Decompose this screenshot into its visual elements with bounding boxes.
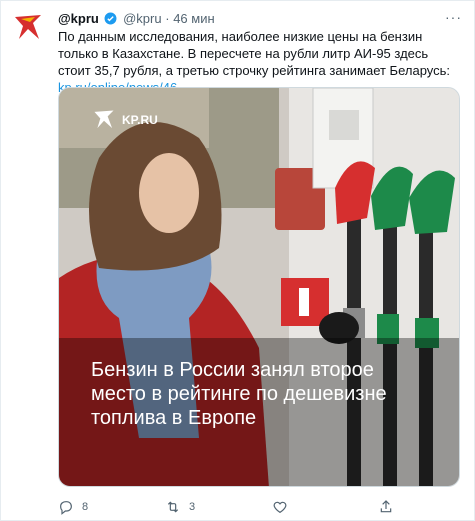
tweet-body: По данным исследования, наиболее низкие …	[58, 29, 451, 78]
tweet-card[interactable]: @kpru @kpru · 46 мин ··· По данным иссле…	[0, 0, 475, 521]
reply-icon	[58, 499, 74, 515]
kp-logo-avatar-icon	[15, 15, 41, 39]
media-logo: KP.RU	[92, 109, 158, 131]
like-button[interactable]	[272, 499, 296, 515]
avatar[interactable]	[13, 13, 43, 43]
timestamp[interactable]: 46 мин	[173, 11, 214, 26]
share-button[interactable]	[378, 499, 402, 515]
verified-badge-icon	[104, 12, 117, 25]
heart-icon	[272, 499, 288, 515]
tweet-actions: 8 3	[58, 499, 458, 517]
tweet-header: @kpru @kpru · 46 мин	[58, 10, 215, 27]
display-name[interactable]: @kpru	[58, 11, 99, 26]
share-icon	[378, 499, 394, 515]
media-logo-text: KP.RU	[122, 113, 158, 127]
more-options-icon[interactable]: ···	[445, 9, 462, 25]
retweet-icon	[165, 499, 181, 515]
separator: ·	[165, 11, 170, 26]
retweet-count: 3	[189, 501, 196, 513]
tweet-text: По данным исследования, наиболее низкие …	[58, 28, 458, 96]
kp-bird-icon	[94, 110, 114, 129]
handle[interactable]: @kpru	[123, 11, 162, 26]
reply-button[interactable]: 8	[58, 499, 88, 515]
media-image[interactable]: KP.RU Бензин в России занял второе место…	[58, 87, 460, 487]
reply-count: 8	[82, 501, 89, 513]
retweet-button[interactable]: 3	[165, 499, 195, 515]
media-headline: Бензин в России занял второе место в рей…	[91, 359, 387, 429]
